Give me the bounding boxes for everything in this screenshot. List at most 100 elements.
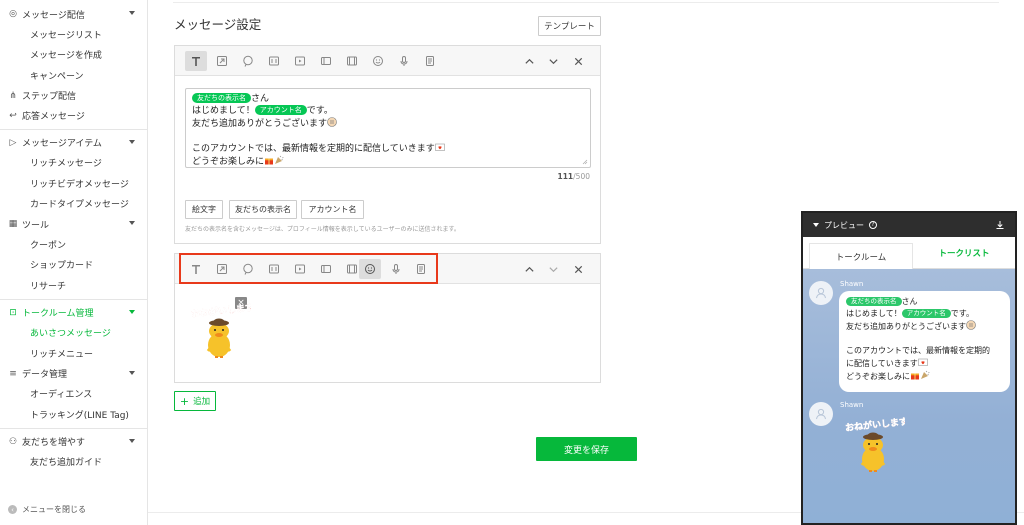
- sidebar-section-broadcast[interactable]: ◎ メッセージ配信: [0, 4, 147, 24]
- chevron-up-icon[interactable]: [520, 51, 538, 71]
- sidebar-item-message-list[interactable]: メッセージリスト: [0, 24, 147, 45]
- sidebar-item-card-type[interactable]: カードタイプメッセージ: [0, 194, 147, 215]
- sidebar-section-label: メッセージアイテム: [22, 139, 102, 149]
- talkroom-icon: ⊡: [9, 307, 17, 318]
- sidebar-item-campaign[interactable]: キャンペーン: [0, 65, 147, 86]
- sidebar-section-add-friend[interactable]: ⚇ 友だちを増やす: [0, 432, 147, 452]
- chevron-down-icon: [129, 309, 135, 314]
- preview-tabs: トークルーム トークリスト: [803, 237, 1015, 269]
- divider: [173, 2, 999, 3]
- editor-text: です。: [306, 106, 333, 116]
- preview-chat-area: Shawn 友だちの表示名 さん はじめまして！ アカウント名 です。 友だち追加あり…: [803, 269, 1015, 523]
- sidebar-item-rich-video[interactable]: リッチビデオメッセージ: [0, 173, 147, 194]
- bubble-text: このアカウントでは、最新情報を定期的: [846, 346, 990, 355]
- chevron-down-icon[interactable]: [813, 223, 819, 227]
- video-type-icon[interactable]: [289, 51, 311, 71]
- party-emoji-icon: [275, 155, 284, 164]
- sidebar-item-rich-menu[interactable]: リッチメニュー: [0, 343, 147, 364]
- sidebar-section-message-item[interactable]: ▷ メッセージアイテム: [0, 133, 147, 153]
- sidebar-item-research[interactable]: リサーチ: [0, 275, 147, 296]
- sender-name: Shawn: [840, 401, 864, 409]
- chevron-down-icon[interactable]: [544, 259, 562, 279]
- sticker-type-icon[interactable]: [211, 51, 233, 71]
- emoji-type-icon[interactable]: [367, 51, 389, 71]
- voice-type-icon[interactable]: [393, 51, 415, 71]
- sidebar-item-tracking[interactable]: トラッキング(LINE Tag): [0, 404, 147, 425]
- add-message-button[interactable]: + 追加: [174, 391, 216, 411]
- text-message-card: 友だちの表示名 さん はじめまして！ アカウント名 です。 友だち追加ありがとうござい…: [174, 45, 601, 244]
- gift-emoji-icon: [911, 373, 919, 380]
- rich-video-type-icon[interactable]: [341, 51, 363, 71]
- sidebar-item-friend-guide[interactable]: 友だち追加ガイド: [0, 452, 147, 473]
- help-icon[interactable]: ?: [869, 221, 877, 229]
- chevron-up-icon[interactable]: [520, 259, 538, 279]
- sticker-caption: おねがいします: [845, 415, 905, 434]
- save-changes-button[interactable]: 変更を保存: [536, 437, 637, 461]
- sidebar-item-coupon[interactable]: クーポン: [0, 234, 147, 255]
- account-name-tag: アカウント名: [254, 105, 307, 115]
- collapse-menu-button[interactable]: ‹ メニューを閉じる: [8, 504, 86, 515]
- sidebar-section-data[interactable]: ≡ データ管理: [0, 364, 147, 384]
- character-count-max: /500: [573, 172, 590, 181]
- account-name-tag: アカウント名: [901, 309, 951, 318]
- tools-icon: ▦: [8, 219, 18, 229]
- emoji-insert-button[interactable]: 絵文字: [185, 200, 223, 219]
- sidebar-section-tools[interactable]: ▦ ツール: [0, 214, 147, 234]
- display-name-note: 友だちの表示名を含むメッセージは、プロフィール情報を表示しているユーザーのみに送…: [185, 226, 460, 233]
- display-name-insert-button[interactable]: 友だちの表示名: [229, 200, 297, 219]
- sidebar-section-step[interactable]: ⋔ ステップ配信: [0, 86, 147, 106]
- peace-hand-emoji-icon: [966, 320, 976, 330]
- message-text-editor[interactable]: 友だちの表示名 さん はじめまして！ アカウント名 です。 友だち追加ありがとうござい…: [185, 88, 591, 168]
- sidebar-section-reply[interactable]: ↩ 応答メッセージ: [0, 106, 147, 126]
- sidebar-section-label: メッセージ配信: [22, 10, 85, 21]
- sticker-image: おねがいします: [844, 415, 905, 472]
- sidebar-item-audience[interactable]: オーディエンス: [0, 384, 147, 405]
- template-button[interactable]: テンプレート: [538, 16, 601, 36]
- editor-text: さん: [251, 94, 270, 104]
- user-icon: [816, 408, 826, 420]
- bubble-text: に配信していきます: [846, 359, 918, 368]
- broadcast-icon: ◎: [9, 9, 17, 19]
- bubble-text: はじめまして！: [846, 309, 902, 318]
- preview-header[interactable]: プレビュー ?: [803, 213, 1015, 237]
- editor-text: このアカウントでは、最新情報を定期的に配信していきます: [192, 144, 435, 154]
- step-icon: ⋔: [9, 90, 17, 101]
- close-icon[interactable]: [569, 51, 587, 71]
- sidebar-section-talkroom[interactable]: ⊡ トークルーム管理: [0, 303, 147, 323]
- tab-talkroom[interactable]: トークルーム: [809, 243, 913, 269]
- message-bubble: 友だちの表示名 さん はじめまして！ アカウント名 です。 友だち追加ありがとうござい…: [839, 291, 1010, 392]
- peace-hand-emoji-icon: [327, 117, 337, 127]
- text-type-icon[interactable]: [185, 51, 207, 71]
- page-title: メッセージ設定: [174, 17, 262, 32]
- divider: [0, 298, 147, 300]
- avatar: [809, 402, 833, 426]
- sidebar-item-create-message[interactable]: メッセージを作成: [0, 45, 147, 66]
- bubble-text: です。: [950, 309, 974, 318]
- plus-icon: +: [179, 394, 190, 408]
- chevron-down-icon[interactable]: [544, 51, 562, 71]
- tab-talklist[interactable]: トークリスト: [913, 237, 1015, 268]
- editor-text: どうぞお楽しみに: [192, 157, 265, 167]
- reply-icon: ↩: [9, 110, 17, 121]
- bubble-text: どうぞお楽しみに: [846, 372, 910, 381]
- resize-handle-icon[interactable]: [582, 159, 588, 165]
- avatar: [809, 281, 833, 305]
- message-item-icon: ▷: [9, 137, 17, 148]
- sidebar-section-label: ステップ配信: [22, 92, 77, 102]
- download-icon[interactable]: [995, 220, 1005, 230]
- image-type-icon[interactable]: [263, 51, 285, 71]
- chevron-down-icon: [129, 370, 135, 375]
- sidebar-item-rich-message[interactable]: リッチメッセージ: [0, 153, 147, 174]
- close-icon[interactable]: [569, 259, 587, 279]
- coupon-type-icon[interactable]: [419, 51, 441, 71]
- sidebar-item-shop-card[interactable]: ショップカード: [0, 255, 147, 276]
- chevron-down-icon: [129, 11, 135, 15]
- account-name-insert-button[interactable]: アカウント名: [301, 200, 364, 219]
- rich-message-type-icon[interactable]: [315, 51, 337, 71]
- bubble-text: 友だち追加ありがとうございます: [846, 322, 966, 331]
- toolbar-highlight-box: [179, 253, 438, 284]
- chat-bubble-type-icon[interactable]: [237, 51, 259, 71]
- sidebar-item-greeting[interactable]: あいさつメッセージ: [0, 323, 147, 344]
- chevron-left-icon: ‹: [8, 505, 17, 514]
- add-message-label: 追加: [193, 397, 211, 407]
